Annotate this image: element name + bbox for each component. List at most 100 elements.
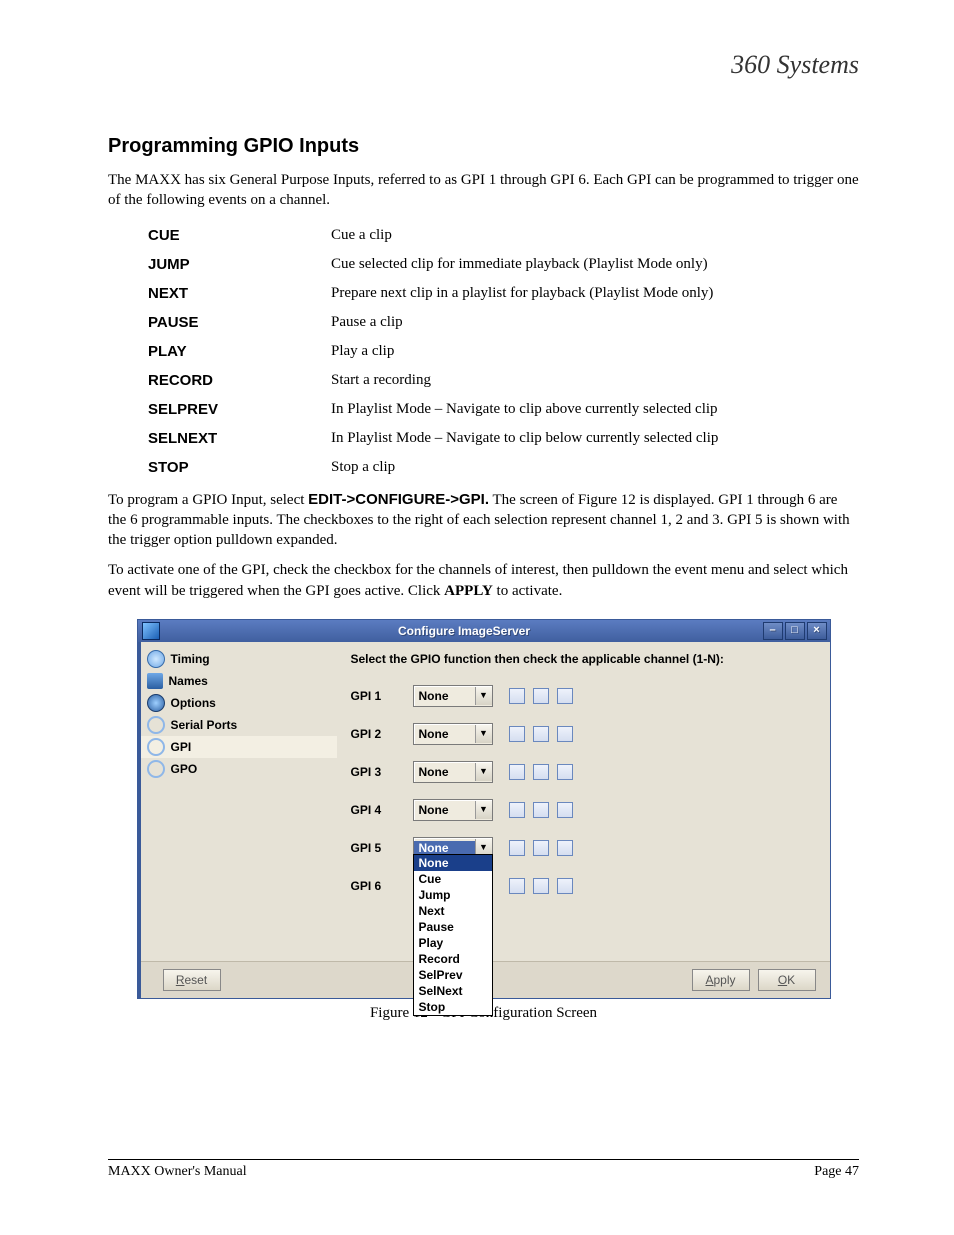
- nav-icon: [147, 694, 165, 712]
- gpi-row: GPI 4None▼: [351, 794, 816, 826]
- select-value: None: [414, 803, 475, 817]
- channel-checkbox[interactable]: [557, 726, 573, 742]
- channel-checkbox[interactable]: [533, 726, 549, 742]
- ok-button[interactable]: OK: [758, 969, 816, 991]
- chevron-down-icon[interactable]: ▼: [475, 763, 492, 781]
- channel-checkbox[interactable]: [509, 764, 525, 780]
- nav-icon: [147, 738, 165, 756]
- table-row: JUMPCue selected clip for immediate play…: [148, 250, 726, 279]
- gpi-row: GPI 1None▼: [351, 680, 816, 712]
- gpi-label: GPI 2: [351, 727, 413, 741]
- command-key: SELPREV: [148, 395, 331, 424]
- channel-checkbox[interactable]: [509, 726, 525, 742]
- command-desc: Cue a clip: [331, 221, 726, 250]
- select-value: None: [414, 689, 475, 703]
- minimize-button[interactable]: –: [763, 622, 783, 640]
- gpi-label: GPI 5: [351, 841, 413, 855]
- channel-checkbox[interactable]: [533, 688, 549, 704]
- nav-label: Options: [171, 696, 216, 710]
- section-heading: Programming GPIO Inputs: [108, 135, 859, 158]
- command-desc: In Playlist Mode – Navigate to clip belo…: [331, 424, 726, 453]
- select-option[interactable]: None: [414, 855, 492, 871]
- select-dropdown: NoneCueJumpNextPausePlayRecordSelPrevSel…: [413, 854, 493, 1016]
- gpi-select[interactable]: None▼: [413, 799, 493, 821]
- footer-left: MAXX Owner's Manual: [108, 1164, 247, 1180]
- select-option[interactable]: SelNext: [414, 983, 492, 999]
- nav-label: GPI: [171, 740, 192, 754]
- apply-button[interactable]: Apply: [692, 969, 750, 991]
- channel-checkbox[interactable]: [533, 764, 549, 780]
- gpi-select[interactable]: None▼: [413, 761, 493, 783]
- table-row: NEXTPrepare next clip in a playlist for …: [148, 279, 726, 308]
- command-table: CUECue a clipJUMPCue selected clip for i…: [148, 221, 726, 482]
- gpi-label: GPI 1: [351, 689, 413, 703]
- select-option[interactable]: Record: [414, 951, 492, 967]
- chevron-down-icon[interactable]: ▼: [475, 725, 492, 743]
- command-key: JUMP: [148, 250, 331, 279]
- select-value: None: [414, 727, 475, 741]
- gpi-row: GPI 3None▼: [351, 756, 816, 788]
- table-row: STOPStop a clip: [148, 453, 726, 482]
- channel-checkbox[interactable]: [533, 878, 549, 894]
- gpi-label: GPI 6: [351, 879, 413, 893]
- nav-item-options[interactable]: Options: [141, 692, 337, 714]
- nav-item-gpi[interactable]: GPI: [141, 736, 337, 758]
- select-option[interactable]: Jump: [414, 887, 492, 903]
- select-option[interactable]: Stop: [414, 999, 492, 1015]
- reset-button[interactable]: Reset: [163, 969, 221, 991]
- close-button[interactable]: ×: [807, 622, 827, 640]
- channel-checkbox[interactable]: [533, 840, 549, 856]
- chevron-down-icon[interactable]: ▼: [475, 801, 492, 819]
- config-dialog: Configure ImageServer – □ × Timing Names O…: [137, 619, 831, 999]
- footer-right: Page 47: [814, 1164, 859, 1180]
- dialog-title: Configure ImageServer: [166, 624, 763, 638]
- select-option[interactable]: Play: [414, 935, 492, 951]
- nav-item-names[interactable]: Names: [141, 670, 337, 692]
- channel-checkbox[interactable]: [557, 764, 573, 780]
- command-key: PLAY: [148, 337, 331, 366]
- instruction-paragraph-2: To activate one of the GPI, check the ch…: [108, 560, 859, 601]
- command-key: NEXT: [148, 279, 331, 308]
- gpi-select[interactable]: None▼: [413, 723, 493, 745]
- nav-label: Names: [169, 674, 208, 688]
- channel-checkbox[interactable]: [509, 840, 525, 856]
- select-option[interactable]: Pause: [414, 919, 492, 935]
- nav-item-serial-ports[interactable]: Serial Ports: [141, 714, 337, 736]
- select-option[interactable]: Next: [414, 903, 492, 919]
- maximize-button[interactable]: □: [785, 622, 805, 640]
- command-desc: Prepare next clip in a playlist for play…: [331, 279, 726, 308]
- nav-item-gpo[interactable]: GPO: [141, 758, 337, 780]
- channel-checkbox[interactable]: [509, 878, 525, 894]
- select-value: None: [414, 765, 475, 779]
- command-key: PAUSE: [148, 308, 331, 337]
- channel-checkbox[interactable]: [557, 802, 573, 818]
- command-desc: In Playlist Mode – Navigate to clip abov…: [331, 395, 726, 424]
- nav-sidebar: Timing Names Options Serial Ports GPI GPO: [141, 642, 337, 998]
- select-option[interactable]: SelPrev: [414, 967, 492, 983]
- command-desc: Stop a clip: [331, 453, 726, 482]
- channel-checkbox[interactable]: [533, 802, 549, 818]
- table-row: RECORDStart a recording: [148, 366, 726, 395]
- table-row: SELNEXTIn Playlist Mode – Navigate to cl…: [148, 424, 726, 453]
- dialog-titlebar[interactable]: Configure ImageServer – □ ×: [138, 620, 830, 642]
- content-instruction: Select the GPIO function then check the …: [351, 652, 816, 666]
- table-row: PLAYPlay a clip: [148, 337, 726, 366]
- channel-checkbox[interactable]: [557, 688, 573, 704]
- table-row: PAUSEPause a clip: [148, 308, 726, 337]
- command-desc: Play a clip: [331, 337, 726, 366]
- gpi-row: GPI 2None▼: [351, 718, 816, 750]
- instruction-paragraph-1: To program a GPIO Input, select EDIT->CO…: [108, 490, 859, 551]
- gpi-select[interactable]: None▼: [413, 685, 493, 707]
- channel-checkbox[interactable]: [509, 802, 525, 818]
- nav-label: GPO: [171, 762, 198, 776]
- gpi-row: GPI 5None▼NoneCueJumpNextPausePlayRecord…: [351, 832, 816, 864]
- nav-icon: [147, 673, 163, 689]
- channel-checkbox[interactable]: [557, 840, 573, 856]
- channel-checkbox[interactable]: [509, 688, 525, 704]
- chevron-down-icon[interactable]: ▼: [475, 687, 492, 705]
- command-desc: Start a recording: [331, 366, 726, 395]
- select-option[interactable]: Cue: [414, 871, 492, 887]
- nav-item-timing[interactable]: Timing: [141, 648, 337, 670]
- channel-checkbox[interactable]: [557, 878, 573, 894]
- command-key: CUE: [148, 221, 331, 250]
